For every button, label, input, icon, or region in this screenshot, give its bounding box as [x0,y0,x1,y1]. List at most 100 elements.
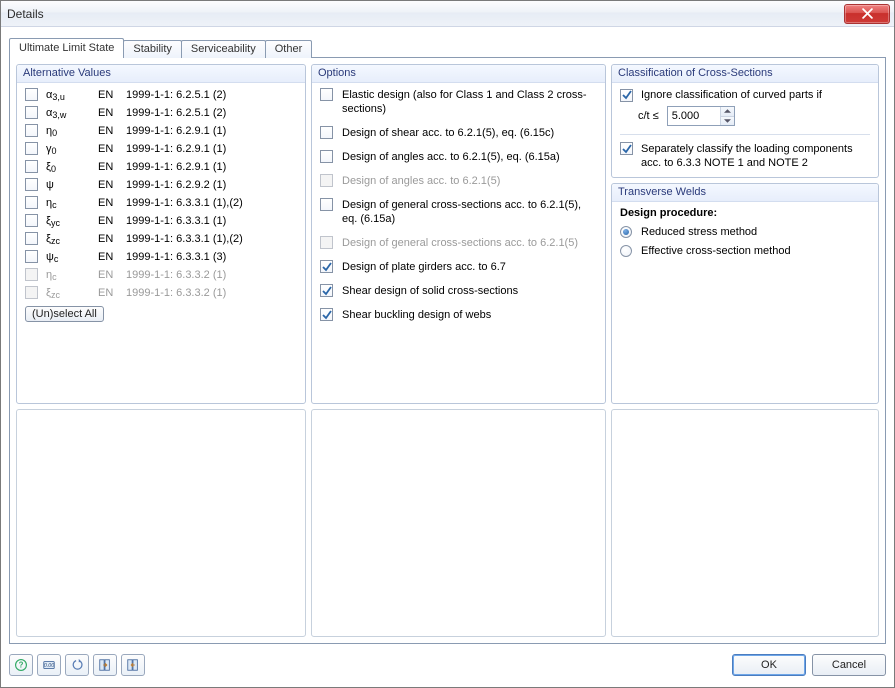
alt-symbol: ξyc [46,215,94,227]
ct-spinner[interactable] [667,106,735,126]
alt-reference: 1999-1-1: 6.3.3.2 (1) [126,269,297,281]
option-label: Design of general cross-sections acc. to… [342,198,592,226]
alt-checkbox[interactable] [25,88,38,101]
option-item: Shear design of solid cross-sections [320,284,597,298]
unselect-all-button[interactable]: (Un)select All [25,306,104,322]
alt-symbol: γ0 [46,143,94,155]
option-item: Design of plate girders acc. to 6.7 [320,260,597,274]
option-label: Shear buckling design of webs [342,308,491,322]
alt-reference: 1999-1-1: 6.2.5.1 (2) [126,89,297,101]
alternative-values-list: α3,uEN1999-1-1: 6.2.5.1 (2)α3,wEN1999-1-… [25,88,297,299]
export-icon [126,658,140,672]
svg-text:0.00: 0.00 [44,663,54,669]
radio-reduced-stress-label: Reduced stress method [641,225,757,239]
separately-classify-checkbox[interactable] [620,142,633,155]
ct-spinner-down[interactable] [721,117,734,126]
alt-reference: 1999-1-1: 6.3.3.1 (1) [126,215,297,227]
option-checkbox[interactable] [320,198,333,211]
import-button[interactable] [93,654,117,676]
option-checkbox[interactable] [320,260,333,273]
reset-button[interactable] [65,654,89,676]
option-checkbox[interactable] [320,308,333,321]
alt-checkbox[interactable] [25,160,38,173]
ignore-classification-checkbox[interactable] [620,89,633,102]
alt-symbol: η0 [46,125,94,137]
option-label: Design of angles acc. to 6.2.1(5), eq. (… [342,150,560,164]
alt-checkbox[interactable] [25,250,38,263]
close-icon [862,8,873,19]
alt-symbol: ξ0 [46,161,94,173]
group-alternative-values-title: Alternative Values [17,65,305,83]
group-transverse-welds: Transverse Welds Design procedure: Reduc… [611,183,879,404]
ok-button[interactable]: OK [732,654,806,676]
group-alternative-values: Alternative Values α3,uEN1999-1-1: 6.2.5… [16,64,306,404]
alt-reference: 1999-1-1: 6.2.9.1 (1) [126,143,297,155]
close-button[interactable] [844,4,890,24]
option-checkbox[interactable] [320,150,333,163]
export-button[interactable] [121,654,145,676]
option-item: Shear buckling design of webs [320,308,597,322]
content-area: Ultimate Limit State Stability Serviceab… [9,36,886,644]
tab-ultimate-limit-state[interactable]: Ultimate Limit State [9,38,124,58]
option-checkbox[interactable] [320,284,333,297]
alt-code: EN [98,143,122,155]
help-button[interactable]: ? [9,654,33,676]
reset-icon [70,658,84,672]
group-options: Options Elastic design (also for Class 1… [311,64,606,404]
alt-checkbox [25,268,38,281]
alt-checkbox[interactable] [25,178,38,191]
alt-reference: 1999-1-1: 6.2.5.1 (2) [126,107,297,119]
option-checkbox[interactable] [320,126,333,139]
alt-checkbox[interactable] [25,196,38,209]
units-icon: 0.00 [42,658,56,672]
tab-page: Alternative Values α3,uEN1999-1-1: 6.2.5… [9,57,886,644]
alt-checkbox[interactable] [25,214,38,227]
empty-panel-mid [311,409,606,637]
alt-code: EN [98,269,122,281]
units-button[interactable]: 0.00 [37,654,61,676]
alt-symbol: ηc [46,197,94,209]
alt-code: EN [98,179,122,191]
alt-code: EN [98,233,122,245]
tab-serviceability[interactable]: Serviceability [181,40,266,58]
alt-code: EN [98,161,122,173]
tab-stability[interactable]: Stability [123,40,182,58]
option-label: Elastic design (also for Class 1 and Cla… [342,88,592,116]
import-icon [98,658,112,672]
ct-input[interactable] [668,107,720,125]
alt-code: EN [98,251,122,263]
option-checkbox [320,174,333,187]
alt-checkbox[interactable] [25,124,38,137]
design-procedure-label: Design procedure: [620,207,870,219]
alt-reference: 1999-1-1: 6.3.3.1 (1),(2) [126,233,297,245]
alt-code: EN [98,197,122,209]
radio-effective-cross-section[interactable] [620,245,632,257]
option-label: Design of general cross-sections acc. to… [342,236,578,250]
alt-symbol: ξzc [46,287,94,299]
option-item: Design of angles acc. to 6.2.1(5) [320,174,597,188]
title-bar: Details [1,1,894,27]
group-classification-title: Classification of Cross-Sections [612,65,878,83]
cancel-button[interactable]: Cancel [812,654,886,676]
alt-reference: 1999-1-1: 6.3.3.2 (1) [126,287,297,299]
alt-symbol: ξzc [46,233,94,245]
ct-spinner-up[interactable] [721,107,734,117]
tab-other[interactable]: Other [265,40,313,58]
option-checkbox [320,236,333,249]
alt-checkbox[interactable] [25,106,38,119]
option-label: Design of angles acc. to 6.2.1(5) [342,174,500,188]
option-item: Design of general cross-sections acc. to… [320,198,597,226]
option-label: Shear design of solid cross-sections [342,284,518,298]
empty-panel-left [16,409,306,637]
option-item: Design of angles acc. to 6.2.1(5), eq. (… [320,150,597,164]
alt-checkbox[interactable] [25,142,38,155]
radio-reduced-stress[interactable] [620,226,632,238]
help-icon: ? [14,658,28,672]
alt-checkbox[interactable] [25,232,38,245]
option-item: Design of shear acc. to 6.2.1(5), eq. (6… [320,126,597,140]
option-checkbox[interactable] [320,88,333,101]
tab-strip: Ultimate Limit State Stability Serviceab… [9,36,886,57]
alt-reference: 1999-1-1: 6.2.9.1 (1) [126,161,297,173]
option-item: Design of general cross-sections acc. to… [320,236,597,250]
bottom-bar: ? 0.00 OK Cancel [9,651,886,679]
